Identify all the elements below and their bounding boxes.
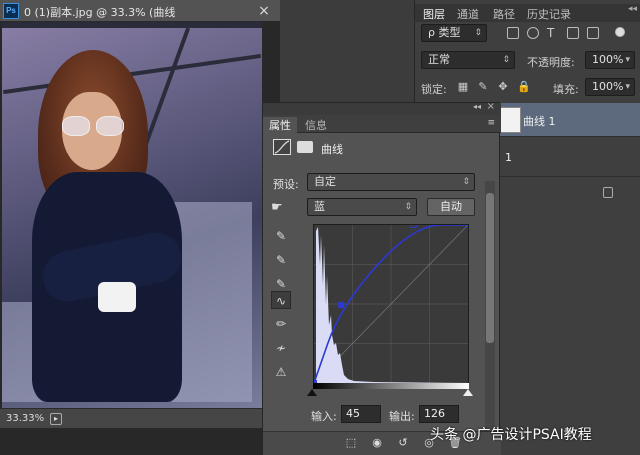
collapse-icon[interactable]: ◂◂ bbox=[628, 4, 637, 14]
tab-history[interactable]: 历史记录 bbox=[527, 6, 571, 22]
blend-mode-select[interactable]: 正常 ⇕ bbox=[421, 51, 515, 69]
curve-edit-icon[interactable]: ∿ bbox=[271, 291, 291, 309]
wall-light bbox=[172, 202, 252, 402]
pencil-icon[interactable]: ✏ bbox=[271, 315, 291, 333]
fill-input[interactable]: 100% ▾ bbox=[585, 78, 635, 96]
adjustment-title: 曲线 bbox=[321, 143, 343, 156]
lock-pixels-icon[interactable]: ✎ bbox=[477, 81, 489, 93]
lock-all-icon[interactable]: 🔒 bbox=[517, 81, 531, 93]
tab-layers[interactable]: 图层 bbox=[423, 6, 445, 22]
layer-name: 1 bbox=[505, 151, 512, 164]
curve-point[interactable] bbox=[338, 301, 345, 308]
input-gradient-bar bbox=[313, 383, 469, 389]
gray-point-eyedropper-icon[interactable]: ✎ bbox=[271, 251, 291, 269]
lock-transparency-icon[interactable]: ▦ bbox=[457, 81, 469, 93]
smooth-icon[interactable]: ≁ bbox=[271, 339, 291, 357]
layer-mask-thumbnail bbox=[499, 107, 521, 133]
photoshop-logo: Ps bbox=[3, 3, 19, 19]
white-point-slider[interactable] bbox=[463, 389, 473, 396]
layer-name: 曲线 1 bbox=[523, 115, 556, 128]
layer-filter-select[interactable]: ρ 类型 ⇕ bbox=[421, 24, 487, 42]
output-label: 输出: bbox=[389, 410, 415, 423]
roof-beam bbox=[2, 22, 262, 28]
scroll-thumb[interactable] bbox=[486, 193, 494, 343]
view-previous-icon[interactable]: ◉ bbox=[369, 436, 385, 450]
adjustment-filter-icon[interactable] bbox=[527, 27, 539, 39]
document-tab[interactable]: Ps 0 (1)副本.jpg @ 33.3% (曲线 × bbox=[0, 0, 280, 22]
type-filter-icon[interactable]: T bbox=[547, 27, 559, 39]
output-field[interactable]: 126 bbox=[419, 405, 459, 423]
properties-panel-header: ◂◂ × bbox=[263, 101, 501, 115]
document-title: 0 (1)副本.jpg @ 33.3% (曲线 bbox=[24, 6, 176, 19]
properties-tabs: 属性 信息 ≡ bbox=[263, 115, 501, 134]
zoom-level[interactable]: 33.33% bbox=[6, 413, 44, 424]
close-icon[interactable]: × bbox=[254, 2, 274, 20]
opacity-label: 不透明度: bbox=[527, 56, 575, 69]
tab-properties[interactable]: 属性 bbox=[263, 117, 297, 134]
fill-label: 填充: bbox=[553, 83, 579, 96]
pixel-filter-icon[interactable] bbox=[507, 27, 519, 39]
clipping-warning-icon[interactable]: ⚠ bbox=[271, 363, 291, 381]
status-bar: 33.33% ▸ bbox=[0, 408, 280, 428]
watermark: 头条 @广告设计PSAI教程 bbox=[430, 427, 592, 443]
curves-graph[interactable] bbox=[311, 222, 471, 386]
layers-tabs: 图层 通道 路径 历史记录 ◂◂ bbox=[415, 4, 640, 22]
lock-position-icon[interactable]: ✥ bbox=[497, 81, 509, 93]
input-label: 输入: bbox=[311, 410, 337, 423]
clip-to-layer-icon[interactable]: ⬚ bbox=[343, 436, 359, 450]
tab-info[interactable]: 信息 bbox=[305, 117, 327, 133]
shape-filter-icon[interactable] bbox=[567, 27, 579, 39]
opacity-input[interactable]: 100% ▾ bbox=[585, 51, 635, 69]
tab-channels[interactable]: 通道 bbox=[457, 6, 479, 22]
reset-icon[interactable]: ↺ bbox=[395, 436, 411, 450]
status-info-icon[interactable]: ▸ bbox=[50, 413, 62, 425]
curves-plot[interactable] bbox=[311, 222, 471, 386]
black-point-slider[interactable] bbox=[307, 389, 317, 396]
auto-button[interactable]: 自动 bbox=[427, 198, 475, 216]
filter-toggle-icon[interactable] bbox=[615, 27, 625, 37]
bracelet bbox=[98, 282, 136, 312]
collapse-icon[interactable]: ◂◂ bbox=[473, 102, 481, 111]
input-field[interactable]: 45 bbox=[341, 405, 381, 423]
close-icon[interactable]: × bbox=[487, 101, 495, 112]
black-point-eyedropper-icon[interactable]: ✎ bbox=[271, 227, 291, 245]
document-window: Ps 0 (1)副本.jpg @ 33.3% (曲线 × 33.33% ▸ bbox=[0, 0, 280, 455]
preset-label: 预设: bbox=[273, 178, 299, 191]
preset-select[interactable]: 自定 ⇕ bbox=[307, 173, 475, 191]
lock-label: 锁定: bbox=[421, 83, 447, 96]
tab-paths[interactable]: 路径 bbox=[493, 6, 515, 22]
curves-adjustment-icon[interactable] bbox=[273, 139, 291, 155]
channel-select[interactable]: 蓝 ⇕ bbox=[307, 198, 417, 216]
panel-menu-icon[interactable]: ≡ bbox=[487, 118, 495, 128]
properties-panel: ◂◂ × 属性 信息 ≡ 曲线 预设: 自定 ⇕ ☛ 蓝 ⇕ 自动 ✎ ✎ ✎ ∿ … bbox=[262, 101, 501, 455]
lock-icon bbox=[603, 187, 613, 198]
image-canvas[interactable] bbox=[2, 22, 262, 408]
smart-object-filter-icon[interactable] bbox=[587, 27, 599, 39]
curve-point[interactable] bbox=[410, 222, 417, 228]
sunglasses bbox=[60, 116, 126, 138]
mask-icon[interactable] bbox=[297, 141, 313, 153]
hand-target-icon[interactable]: ☛ bbox=[271, 200, 283, 215]
